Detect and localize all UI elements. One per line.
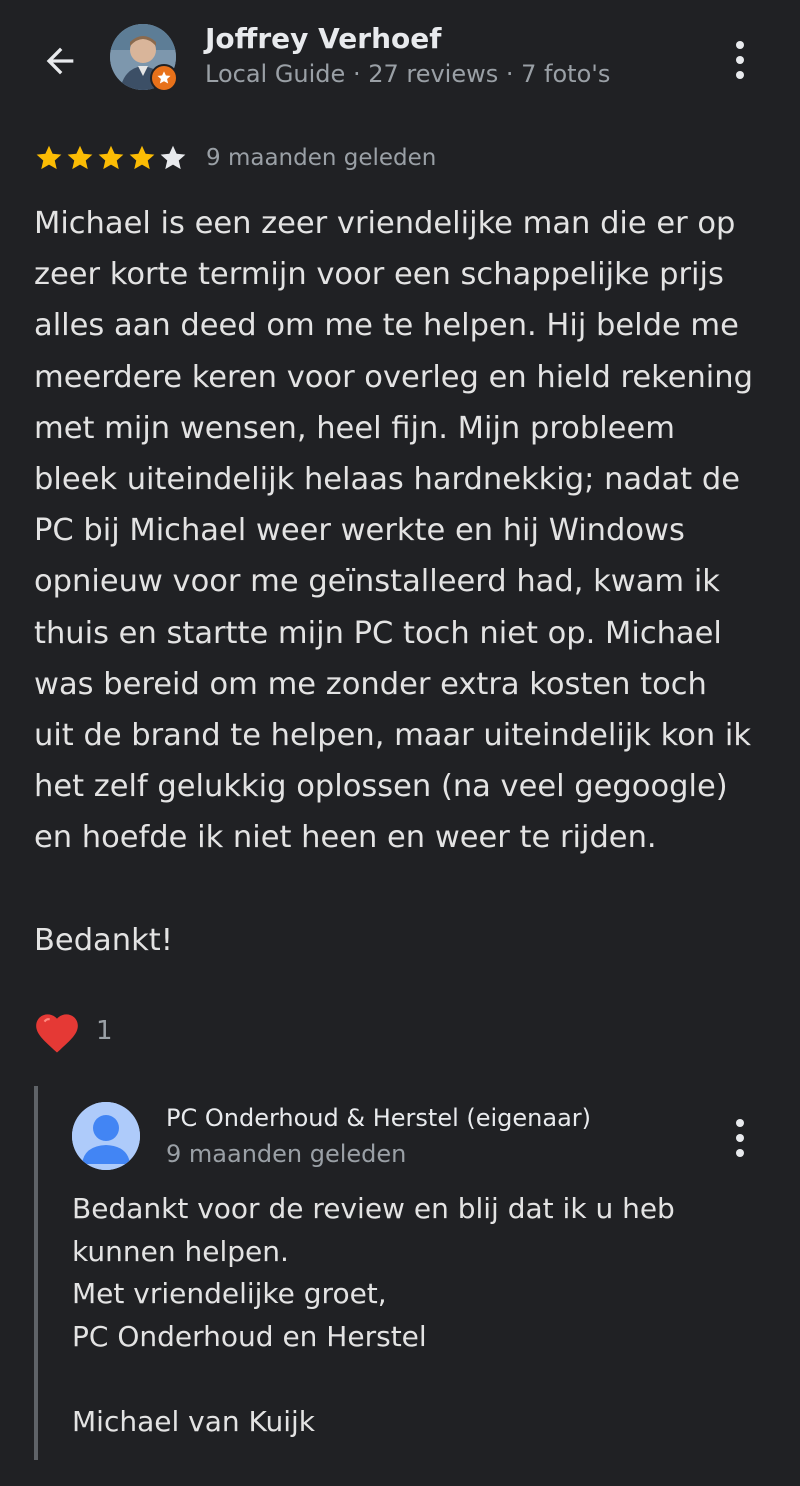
owner-reply-date: 9 maanden geleden bbox=[166, 1140, 407, 1168]
more-options-button[interactable] bbox=[720, 36, 760, 84]
local-guide-badge-icon bbox=[150, 64, 178, 92]
more-vert-icon-dot bbox=[736, 1149, 744, 1157]
more-vert-icon-dot bbox=[736, 71, 744, 79]
back-button[interactable] bbox=[34, 38, 86, 84]
star-rating bbox=[34, 143, 188, 173]
more-vert-icon bbox=[736, 1119, 744, 1127]
heart-icon bbox=[36, 1014, 78, 1053]
owner-name: PC Onderhoud & Herstel (eigenaar) bbox=[166, 1104, 592, 1132]
owner-reply-signature: Michael van Kuijk bbox=[72, 1405, 316, 1438]
star-filled-icon bbox=[36, 145, 62, 170]
arrow-back-icon bbox=[46, 47, 74, 75]
more-vert-icon-dot bbox=[736, 56, 744, 64]
owner-reply-body: Bedankt voor de review en blij dat ik u … bbox=[72, 1192, 675, 1353]
reviewer-meta: Local Guide · 27 reviews · 7 foto's bbox=[205, 60, 611, 88]
default-person-icon bbox=[72, 1102, 140, 1170]
reply-divider bbox=[34, 1086, 38, 1460]
review-date: 9 maanden geleden bbox=[206, 145, 437, 171]
owner-avatar bbox=[72, 1102, 140, 1170]
review-body: Michael is een zeer vriendelijke man die… bbox=[34, 206, 753, 856]
more-vert-icon bbox=[736, 41, 744, 49]
rating-row: 9 maanden geleden bbox=[34, 140, 436, 176]
reaction-count: 1 bbox=[96, 1016, 113, 1046]
reviewer-avatar[interactable] bbox=[110, 24, 178, 92]
review-closing: Bedankt! bbox=[34, 923, 173, 958]
more-vert-icon-dot bbox=[736, 1134, 744, 1142]
review-detail-page: Joffrey Verhoef Local Guide · 27 reviews… bbox=[0, 0, 800, 1486]
reviewer-name[interactable]: Joffrey Verhoef bbox=[205, 22, 441, 55]
star-filled-icon bbox=[98, 145, 124, 170]
star-filled-icon bbox=[129, 145, 155, 170]
like-reaction-button[interactable]: 1 bbox=[32, 1008, 113, 1054]
owner-reply-options-button[interactable] bbox=[720, 1114, 760, 1162]
star-empty-icon bbox=[160, 145, 186, 170]
star-filled-icon bbox=[67, 145, 93, 170]
